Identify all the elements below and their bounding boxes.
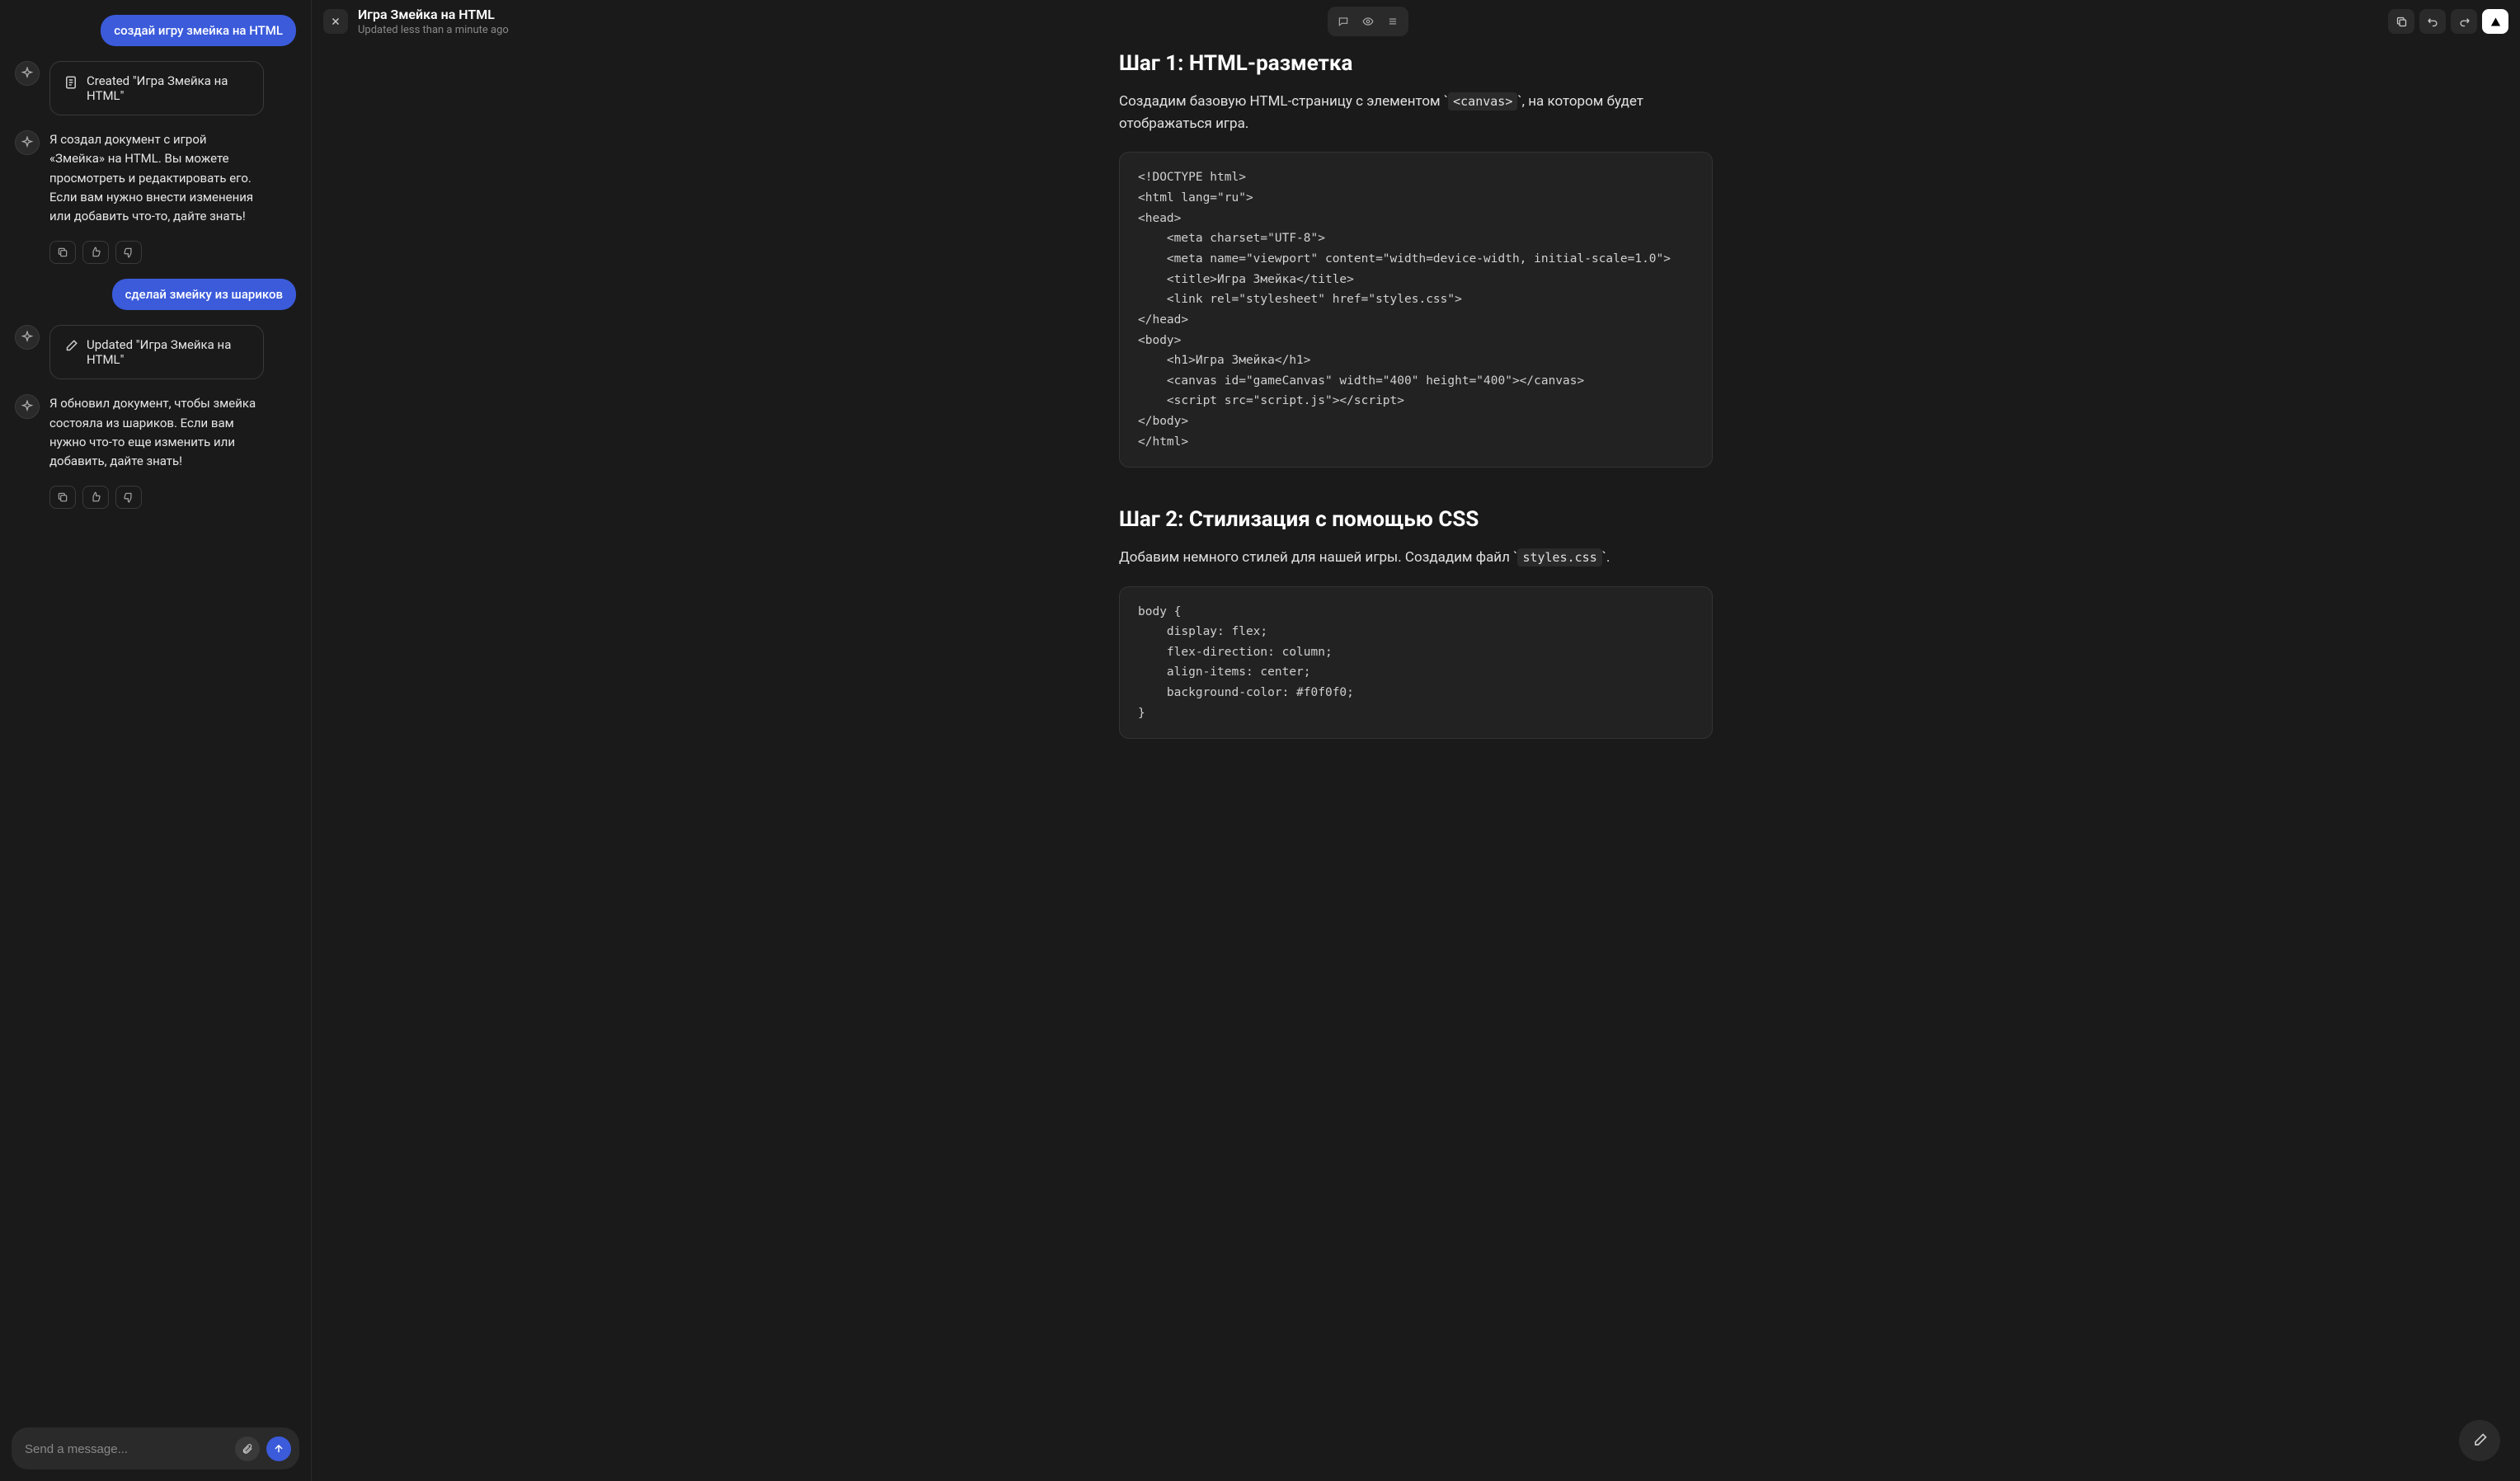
triangle-icon (2489, 16, 2502, 28)
artifact-card-updated[interactable]: Updated "Игра Змейка на HTML" (49, 325, 264, 379)
close-button[interactable] (323, 9, 348, 34)
close-icon (330, 16, 341, 27)
view-mode-toggle (1328, 7, 1408, 36)
ai-avatar (15, 325, 40, 350)
step-1-heading: Шаг 1: HTML-разметка (1119, 51, 1713, 76)
artifact-card-label: Created "Игра Змейка на HTML" (87, 73, 250, 103)
comment-icon (1338, 16, 1349, 27)
ai-avatar (15, 394, 40, 419)
header-actions (2388, 9, 2508, 34)
send-button[interactable] (266, 1436, 291, 1461)
run-button[interactable] (2482, 9, 2508, 34)
pencil-icon (2471, 1432, 2488, 1449)
inline-code: <canvas> (1448, 92, 1517, 110)
redo-icon (2458, 16, 2471, 28)
thumbs-up-button[interactable] (82, 241, 109, 264)
ai-avatar (15, 130, 40, 155)
copy-button[interactable] (49, 241, 76, 264)
list-button[interactable] (1380, 10, 1405, 33)
undo-button[interactable] (2419, 9, 2446, 34)
edit-fab[interactable] (2459, 1420, 2500, 1461)
copy-doc-button[interactable] (2388, 9, 2414, 34)
document-icon (63, 75, 78, 90)
message-composer (12, 1427, 299, 1469)
ai-message: Я создал документ с игрой «Змейка» на HT… (49, 130, 264, 226)
document-title: Игра Змейка на HTML (358, 7, 1318, 22)
arrow-up-icon (273, 1443, 284, 1455)
paperclip-icon (242, 1443, 253, 1455)
code-block-css[interactable]: body { display: flex; flex-direction: co… (1119, 586, 1713, 740)
user-message: сделай змейку из шариков (112, 279, 296, 310)
inline-code: styles.css (1517, 548, 1601, 567)
thumbs-down-button[interactable] (115, 486, 142, 509)
artifact-card-label: Updated "Игра Змейка на HTML" (87, 337, 250, 367)
copy-button[interactable] (49, 486, 76, 509)
step-2-heading: Шаг 2: Стилизация с помощью CSS (1119, 507, 1713, 532)
ai-message: Я обновил документ, чтобы змейка состоял… (49, 394, 264, 471)
chat-sidebar: создай игру змейка на HTML Created "Игра… (0, 0, 312, 1481)
step-1-paragraph: Создадим базовую HTML-страницу с элемент… (1119, 91, 1713, 135)
thumbs-up-button[interactable] (82, 486, 109, 509)
edit-icon (63, 339, 78, 354)
redo-button[interactable] (2451, 9, 2477, 34)
attach-button[interactable] (235, 1436, 260, 1461)
artifact-card-created[interactable]: Created "Игра Змейка на HTML" (49, 61, 264, 115)
chat-scroll[interactable]: создай игру змейка на HTML Created "Игра… (0, 0, 311, 1416)
document-header: Игра Змейка на HTML Updated less than a … (312, 0, 2520, 43)
copy-icon (2395, 16, 2408, 28)
thumbs-down-button[interactable] (115, 241, 142, 264)
preview-button[interactable] (1356, 10, 1380, 33)
list-icon (1387, 16, 1399, 27)
document-pane: Игра Змейка на HTML Updated less than a … (312, 0, 2520, 1481)
document-content[interactable]: Шаг 1: HTML-разметка Создадим базовую HT… (312, 43, 2520, 1481)
eye-icon (1362, 16, 1374, 27)
comment-button[interactable] (1331, 10, 1356, 33)
step-2-paragraph: Добавим немного стилей для нашей игры. С… (1119, 547, 1713, 569)
document-subtitle: Updated less than a minute ago (358, 24, 1318, 36)
ai-avatar (15, 61, 40, 86)
code-block-html[interactable]: <!DOCTYPE html> <html lang="ru"> <head> … (1119, 152, 1713, 468)
user-message: создай игру змейка на HTML (101, 15, 296, 46)
undo-icon (2427, 16, 2439, 28)
message-actions (49, 241, 296, 264)
message-actions (49, 486, 296, 509)
